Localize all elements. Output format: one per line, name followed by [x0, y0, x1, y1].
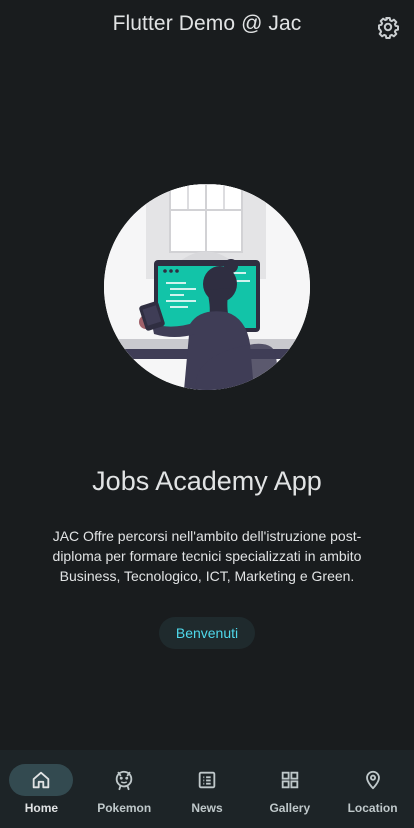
benvenuti-button[interactable]: Benvenuti	[159, 617, 255, 649]
nav-item-pokemon[interactable]: Pokemon	[83, 750, 166, 828]
gallery-icon	[281, 771, 299, 789]
nav-item-news[interactable]: News	[166, 750, 249, 828]
nav-item-gallery[interactable]: Gallery	[248, 750, 331, 828]
nav-label-home: Home	[24, 801, 59, 815]
home-icon	[33, 771, 50, 789]
pokemon-icon	[115, 770, 133, 791]
app-title: Flutter Demo @ Jac	[112, 12, 302, 35]
nav-label-gallery: Gallery	[269, 801, 311, 815]
developer-illustration	[104, 184, 310, 390]
nav-label-location: Location	[347, 801, 398, 815]
hero-illustration	[104, 184, 310, 390]
app-bar: Flutter Demo @ Jac	[0, 0, 414, 56]
settings-button[interactable]	[376, 15, 400, 39]
gear-icon	[378, 17, 399, 39]
app-headline: Jobs Academy App	[92, 466, 322, 496]
news-icon	[198, 771, 216, 789]
description-text: JAC Offre percorsi nell'ambito dell'istr…	[52, 528, 362, 584]
nav-item-location[interactable]: Location	[331, 750, 414, 828]
bottom-navigation-bar: Home Pokemon News Gallery Location	[0, 750, 414, 828]
nav-item-home[interactable]: Home	[0, 750, 83, 828]
location-pin-icon	[365, 770, 380, 790]
nav-label-pokemon: Pokemon	[97, 801, 152, 815]
nav-label-news: News	[191, 801, 223, 815]
